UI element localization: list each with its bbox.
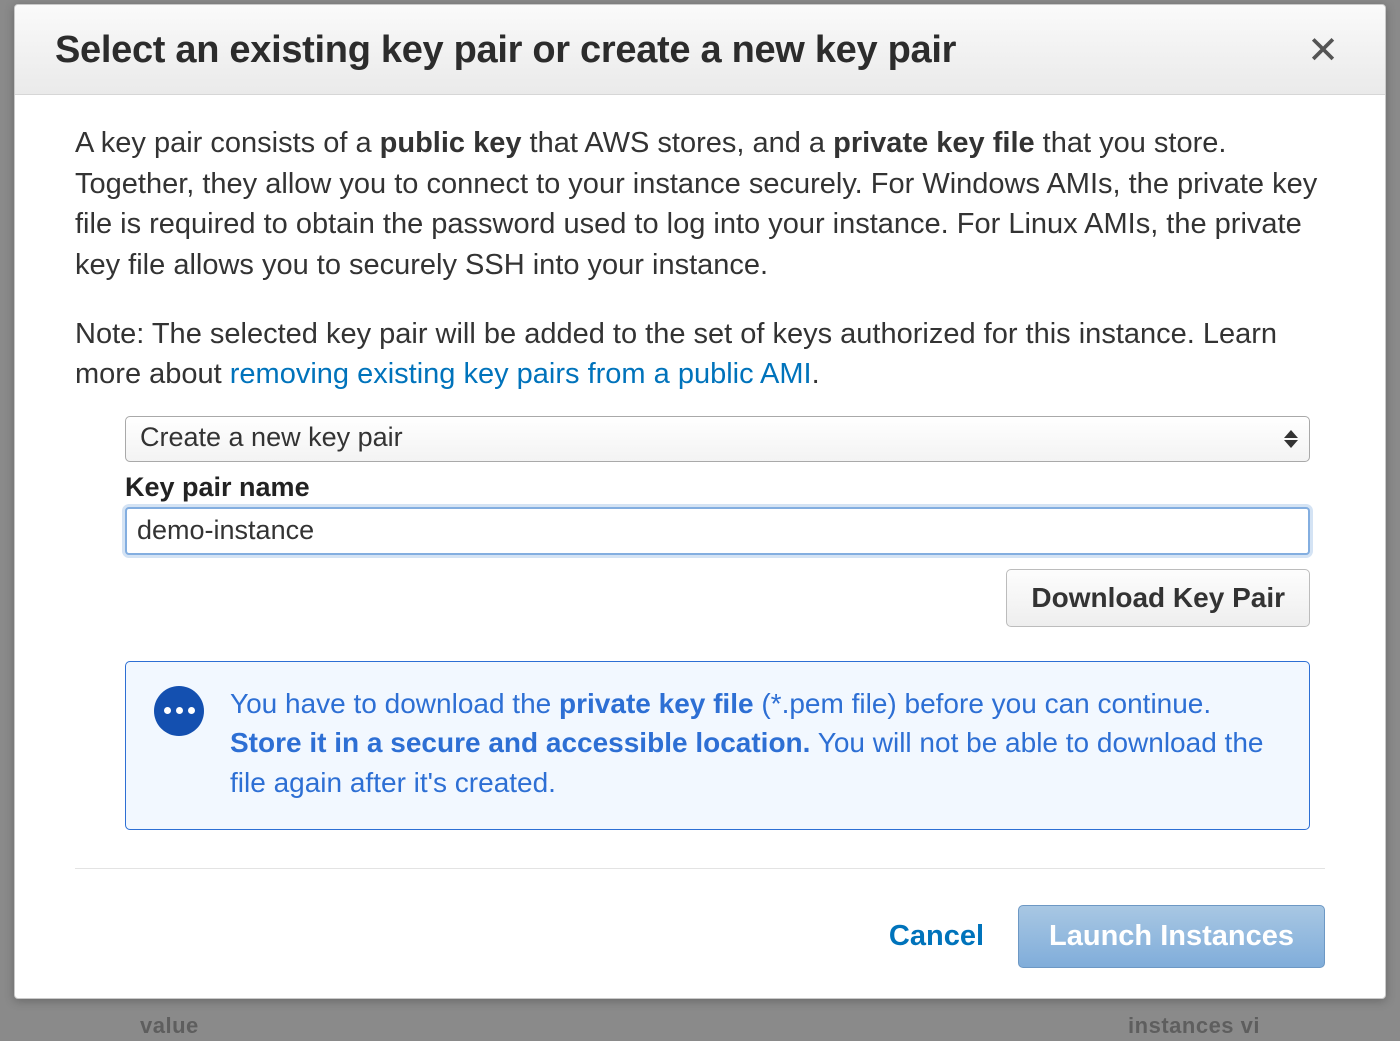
info-icon	[154, 686, 204, 736]
remove-keypairs-link[interactable]: removing existing key pairs from a publi…	[230, 358, 812, 390]
dot-icon	[176, 707, 183, 714]
dot-icon	[164, 707, 171, 714]
desc-bold-publickey: public key	[380, 127, 522, 159]
modal-title: Select an existing key pair or create a …	[55, 29, 956, 72]
launch-instances-button[interactable]: Launch Instances	[1018, 905, 1325, 968]
modal-footer: Cancel Launch Instances	[15, 887, 1385, 998]
keypair-mode-select[interactable]: Create a new key pair	[125, 416, 1310, 462]
info-text-part: (*.pem file) before you can continue.	[754, 688, 1212, 719]
download-keypair-button[interactable]: Download Key Pair	[1006, 569, 1310, 627]
info-bold-storesecure: Store it in a secure and accessible loca…	[230, 727, 810, 758]
modal-header: Select an existing key pair or create a …	[15, 5, 1385, 95]
keypair-modal: Select an existing key pair or create a …	[14, 4, 1386, 999]
keypair-name-input[interactable]	[125, 507, 1310, 555]
info-callout: You have to download the private key fil…	[125, 661, 1310, 830]
desc-text: that AWS stores, and a	[521, 127, 833, 159]
info-text-part: You have to download the	[230, 688, 559, 719]
close-icon[interactable]: ✕	[1301, 32, 1345, 70]
keypair-form: Create a new key pair Key pair name Down…	[125, 416, 1310, 830]
footer-divider	[75, 868, 1325, 869]
keypair-mode-select-wrap: Create a new key pair	[125, 416, 1310, 462]
info-bold-privatekeyfile: private key file	[559, 688, 754, 719]
download-row: Download Key Pair	[125, 569, 1310, 627]
dot-icon	[188, 707, 195, 714]
keypair-note: Note: The selected key pair will be adde…	[75, 315, 1325, 393]
keypair-name-label: Key pair name	[125, 472, 1310, 503]
modal-backdrop: Select an existing key pair or create a …	[0, 0, 1400, 1041]
desc-bold-privatekeyfile: private key file	[833, 127, 1035, 159]
modal-body: A key pair consists of a public key that…	[15, 95, 1385, 887]
cancel-button[interactable]: Cancel	[883, 914, 990, 959]
keypair-description: A key pair consists of a public key that…	[75, 123, 1325, 285]
info-text: You have to download the private key fil…	[230, 684, 1281, 803]
desc-text: A key pair consists of a	[75, 127, 380, 159]
note-suffix: .	[812, 358, 820, 390]
